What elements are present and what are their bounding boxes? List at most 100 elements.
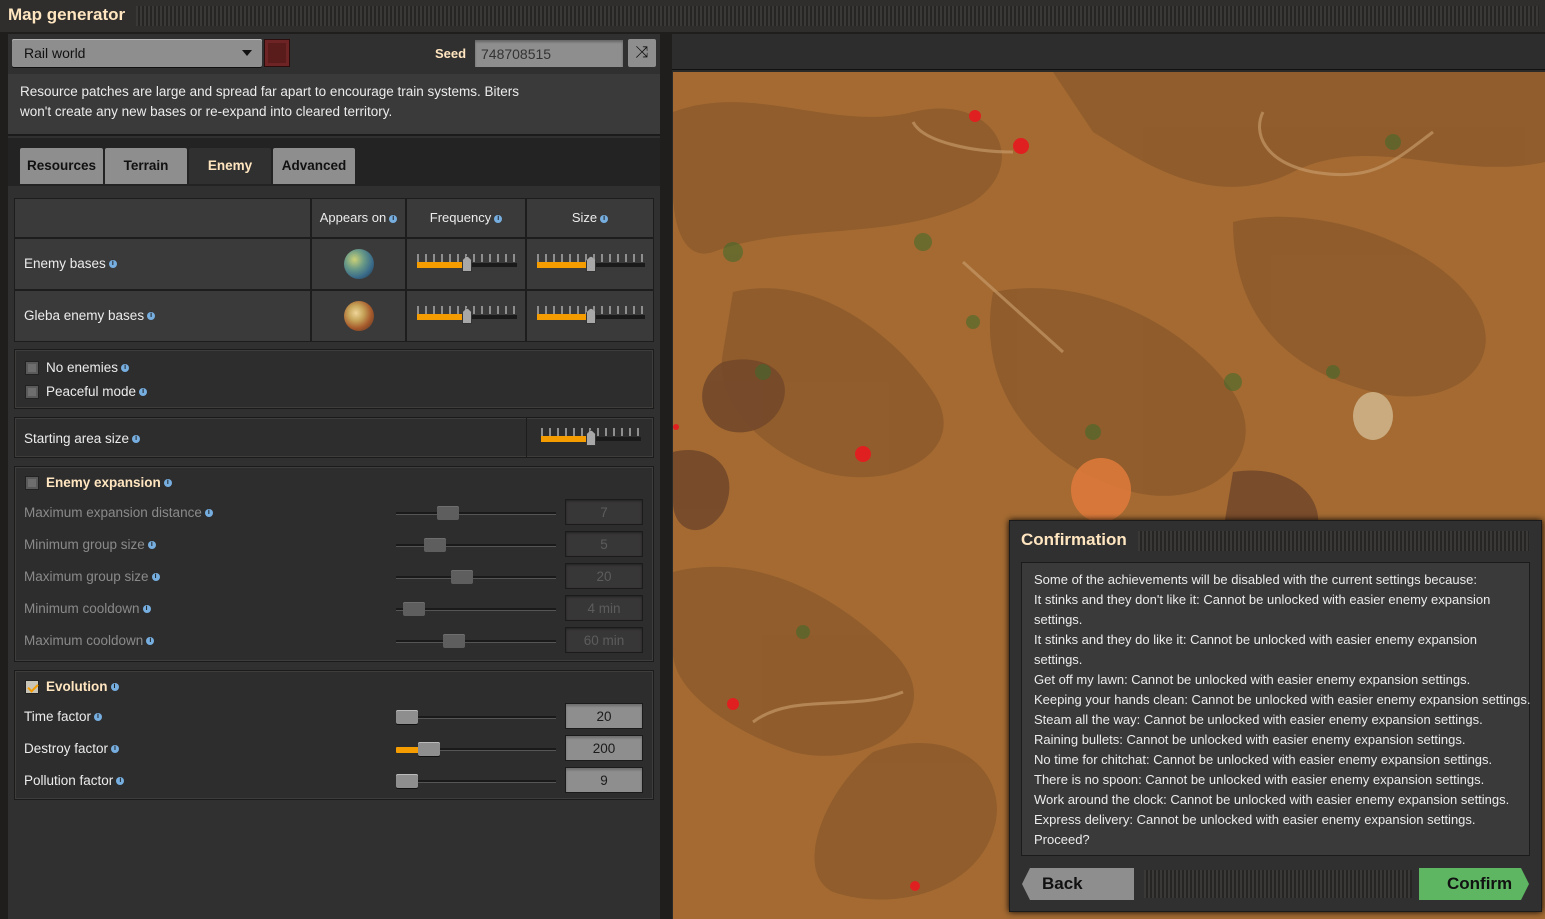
expansion-slider[interactable] bbox=[396, 506, 556, 520]
confirmation-line: There is no spoon: Cannot be unlocked wi… bbox=[1034, 772, 1485, 787]
evolution-panel: Evolution i Time factor i 20 Destroy factor i… bbox=[14, 670, 654, 800]
gleba-planet-icon bbox=[344, 301, 374, 331]
info-icon[interactable]: i bbox=[147, 312, 156, 321]
size-header-label: Size bbox=[571, 210, 598, 225]
confirmation-line: Raining bullets: Cannot be unlocked with… bbox=[1034, 732, 1466, 747]
confirmation-message: Some of the achievements will be disable… bbox=[1021, 562, 1530, 856]
delete-preset-button[interactable] bbox=[264, 39, 290, 67]
info-icon[interactable]: i bbox=[94, 713, 103, 722]
info-icon[interactable]: i bbox=[108, 260, 117, 269]
window-titlebar[interactable]: Map generator bbox=[0, 0, 1545, 32]
enemy-expansion-panel: Enemy expansion i Maximum expansion dista… bbox=[14, 466, 654, 662]
description-line: Resource patches are large and spread fa… bbox=[20, 84, 520, 99]
expansion-row-label: Minimum group size i bbox=[24, 537, 156, 552]
frequency-cell bbox=[406, 238, 526, 290]
no-enemies-checkbox[interactable] bbox=[25, 361, 39, 375]
info-icon[interactable]: i bbox=[121, 364, 130, 373]
expansion-value-field: 20 bbox=[565, 563, 643, 589]
expansion-value-field: 60 min bbox=[565, 627, 643, 653]
confirmation-line: Steam all the way: Cannot be unlocked wi… bbox=[1034, 712, 1483, 727]
tab-resources[interactable]: Resources bbox=[20, 148, 103, 184]
preset-dropdown[interactable]: Rail world bbox=[12, 39, 262, 67]
info-icon[interactable]: i bbox=[147, 541, 156, 550]
confirm-button[interactable]: Confirm bbox=[1419, 868, 1529, 900]
preset-seed-row: Rail world Seed ⤨ bbox=[8, 34, 660, 72]
tab-enemy[interactable]: Enemy bbox=[189, 148, 271, 184]
enemy-bases-table: Appears on i Frequency i Size i Enemy bases… bbox=[14, 198, 654, 342]
dialog-drag-handle[interactable] bbox=[1138, 531, 1529, 551]
evolution-slider[interactable] bbox=[396, 742, 556, 756]
enemy-bases-label: Enemy bases bbox=[24, 256, 106, 271]
tab-terrain[interactable]: Terrain bbox=[105, 148, 187, 184]
info-icon[interactable]: i bbox=[600, 214, 609, 223]
back-button[interactable]: Back bbox=[1022, 868, 1134, 900]
preset-description: Resource patches are large and spread fa… bbox=[8, 74, 660, 136]
enemy-bases-frequency-slider[interactable] bbox=[417, 253, 517, 275]
info-icon[interactable]: i bbox=[142, 605, 151, 614]
frequency-cell bbox=[406, 290, 526, 342]
expansion-row-label: Maximum cooldown i bbox=[24, 633, 155, 648]
titlebar-drag-handle[interactable] bbox=[136, 6, 1539, 26]
frequency-header-label: Frequency bbox=[429, 210, 492, 225]
window-title: Map generator bbox=[8, 5, 126, 24]
nauvis-planet-icon bbox=[344, 249, 374, 279]
expansion-value-field: 4 min bbox=[565, 595, 643, 621]
evolution-value-field[interactable]: 20 bbox=[565, 703, 643, 729]
confirmation-line: Proceed? bbox=[1034, 832, 1090, 847]
info-icon[interactable]: i bbox=[163, 479, 172, 488]
evolution-value-field[interactable]: 200 bbox=[565, 735, 643, 761]
footer-drag-handle[interactable] bbox=[1144, 870, 1412, 898]
evolution-value-field[interactable]: 9 bbox=[565, 767, 643, 793]
expansion-slider[interactable] bbox=[396, 570, 556, 584]
info-icon[interactable]: i bbox=[389, 214, 398, 223]
confirmation-line: settings. bbox=[1034, 652, 1083, 667]
confirmation-line: No time for chitchat: Cannot be unlocked… bbox=[1034, 752, 1493, 767]
gleba-frequency-slider[interactable] bbox=[417, 305, 517, 327]
gleba-enemy-bases-label: Gleba enemy bases bbox=[24, 308, 145, 323]
enemy-options-panel: No enemies i Peaceful mode i bbox=[14, 349, 654, 409]
info-icon[interactable]: i bbox=[151, 573, 160, 582]
gleba-size-slider[interactable] bbox=[537, 305, 645, 327]
confirmation-title: Confirmation bbox=[1021, 530, 1127, 549]
info-icon[interactable]: i bbox=[204, 509, 213, 518]
evolution-checkbox[interactable] bbox=[25, 680, 39, 694]
info-icon[interactable]: i bbox=[494, 214, 503, 223]
evolution-row-label: Pollution factor i bbox=[24, 773, 125, 788]
info-icon[interactable]: i bbox=[146, 637, 155, 646]
enemy-bases-size-slider[interactable] bbox=[537, 253, 645, 275]
appears-on-cell bbox=[311, 238, 406, 290]
expansion-value-field: 5 bbox=[565, 531, 643, 557]
peaceful-mode-checkbox[interactable] bbox=[25, 385, 39, 399]
info-icon[interactable]: i bbox=[110, 683, 119, 692]
starting-area-slider[interactable] bbox=[541, 427, 641, 449]
settings-tabs: Resources Terrain Enemy Advanced bbox=[8, 138, 660, 186]
seed-input[interactable] bbox=[475, 40, 623, 67]
expansion-slider[interactable] bbox=[396, 602, 556, 616]
confirmation-line: settings. bbox=[1034, 612, 1083, 627]
confirmation-dialog: Confirmation Some of the achievements wi… bbox=[1009, 520, 1542, 912]
peaceful-mode-label: Peaceful mode i bbox=[46, 384, 148, 399]
info-icon[interactable]: i bbox=[139, 388, 148, 397]
evolution-row-label: Time factor i bbox=[24, 709, 103, 724]
expansion-slider[interactable] bbox=[396, 634, 556, 648]
enemy-expansion-checkbox[interactable] bbox=[25, 476, 39, 490]
expansion-value-field: 7 bbox=[565, 499, 643, 525]
evolution-slider[interactable] bbox=[396, 710, 556, 724]
appears-on-header-label: Appears on bbox=[319, 210, 387, 225]
tab-advanced[interactable]: Advanced bbox=[273, 148, 355, 184]
description-line: won't create any new bases or re-expand … bbox=[20, 104, 393, 119]
frequency-header: Frequency i bbox=[406, 198, 526, 238]
dialog-footer: Back Confirm bbox=[1010, 863, 1543, 913]
info-icon[interactable]: i bbox=[111, 745, 120, 754]
table-corner bbox=[14, 198, 311, 238]
evolution-slider[interactable] bbox=[396, 774, 556, 788]
size-cell bbox=[526, 290, 654, 342]
expansion-row-label: Maximum group size i bbox=[24, 569, 160, 584]
chevron-down-icon bbox=[242, 50, 252, 56]
appears-on-header: Appears on i bbox=[311, 198, 406, 238]
info-icon[interactable]: i bbox=[132, 435, 141, 444]
randomize-seed-button[interactable]: ⤨ bbox=[628, 39, 656, 67]
appears-on-cell bbox=[311, 290, 406, 342]
expansion-slider[interactable] bbox=[396, 538, 556, 552]
info-icon[interactable]: i bbox=[116, 777, 125, 786]
